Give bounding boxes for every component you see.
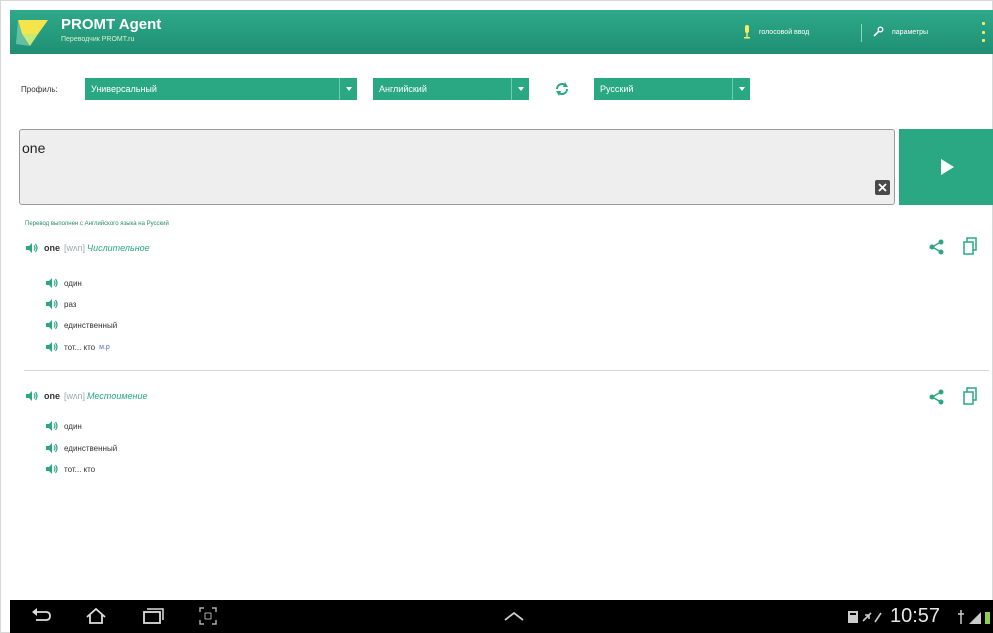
up-chevron-icon[interactable] (503, 610, 525, 622)
translate-button[interactable] (899, 129, 993, 205)
translation-item: один (46, 421, 82, 431)
settings-label: параметры (892, 28, 929, 36)
entry-divider (24, 370, 989, 371)
source-text-value: one (22, 140, 46, 156)
speaker-icon[interactable] (46, 278, 58, 288)
notification-icons (848, 611, 882, 623)
dropdown-arrow-icon (339, 78, 357, 100)
translation-item: единственный (46, 443, 117, 453)
system-navigation-bar: 10:57 (10, 600, 993, 633)
translation-text: один (64, 421, 82, 431)
profile-label: Профиль: (21, 85, 58, 94)
source-text-input[interactable]: one (19, 129, 895, 205)
home-icon[interactable] (84, 606, 108, 626)
share-icon[interactable] (929, 239, 945, 255)
entry-header: one [wʌn] Числительное (26, 243, 150, 253)
status-clock: 10:57 (890, 605, 941, 627)
target-language-dropdown[interactable]: Русский (594, 78, 750, 100)
overflow-menu-icon[interactable] (980, 22, 986, 42)
app-logo (16, 20, 48, 46)
source-language-value: Английский (379, 84, 427, 94)
translation-text: единственный (64, 443, 118, 453)
speaker-icon[interactable] (46, 342, 58, 352)
app-subtitle: Переводчик PROMT.ru (61, 36, 135, 43)
entry-word: one (44, 243, 61, 253)
wrench-icon (872, 26, 884, 38)
source-language-dropdown[interactable]: Английский (373, 78, 529, 100)
target-language-value: Русский (600, 84, 634, 94)
translate-arrow-icon (940, 159, 954, 175)
translation-text: единственный (64, 320, 118, 330)
entry-transcription: [wʌn] (64, 391, 86, 401)
speaker-icon[interactable] (26, 243, 38, 253)
profile-dropdown[interactable]: Универсальный (85, 78, 357, 100)
app-title: PROMT Agent (61, 16, 162, 33)
speaker-icon[interactable] (26, 391, 38, 401)
translation-text: тот... кто (64, 464, 96, 474)
screenshot-icon[interactable] (198, 606, 218, 626)
screen: PROMT Agent Переводчик PROMT.ru голосово… (0, 0, 993, 633)
entry-part-of-speech: Местоимение (87, 391, 148, 401)
swap-languages-icon[interactable] (554, 81, 570, 97)
translation-text: раз (64, 299, 77, 309)
settings-button[interactable]: параметры (872, 23, 928, 41)
dropdown-arrow-icon (732, 78, 750, 100)
translation-status: Перевод выполнен с Английского языка на … (25, 221, 169, 227)
translation-item: тот... кто м.р (46, 342, 110, 352)
entry-header: one [wʌn] Местоимение (26, 391, 147, 401)
translation-item: один (46, 278, 82, 288)
speaker-icon[interactable] (46, 320, 58, 330)
recent-apps-icon[interactable] (141, 606, 165, 626)
translation-item: тот... кто (46, 464, 95, 474)
entry-transcription: [wʌn] (64, 243, 86, 253)
speaker-icon[interactable] (46, 443, 58, 453)
grammar-note: м.р (99, 343, 110, 351)
translation-item: раз (46, 299, 76, 309)
dropdown-arrow-icon (511, 78, 529, 100)
share-icon[interactable] (929, 389, 945, 405)
voice-input-label: голосовой ввод (759, 28, 810, 36)
copy-icon[interactable] (963, 387, 977, 405)
back-icon[interactable] (30, 606, 52, 626)
translation-text: тот... кто (64, 342, 96, 352)
entry-word: one (44, 391, 61, 401)
translation-item: единственный (46, 320, 117, 330)
signal-icon (958, 610, 990, 624)
speaker-icon[interactable] (46, 464, 58, 474)
speaker-icon[interactable] (46, 299, 58, 309)
speaker-icon[interactable] (46, 421, 58, 431)
profile-value: Универсальный (91, 84, 157, 94)
action-bar: PROMT Agent Переводчик PROMT.ru голосово… (10, 10, 993, 54)
voice-input-button[interactable]: голосовой ввод (743, 23, 809, 41)
action-divider (861, 24, 862, 42)
entry-part-of-speech: Числительное (87, 243, 150, 253)
copy-icon[interactable] (963, 237, 977, 255)
clear-icon[interactable] (875, 180, 890, 195)
translation-text: один (64, 278, 82, 288)
microphone-icon (743, 25, 751, 39)
